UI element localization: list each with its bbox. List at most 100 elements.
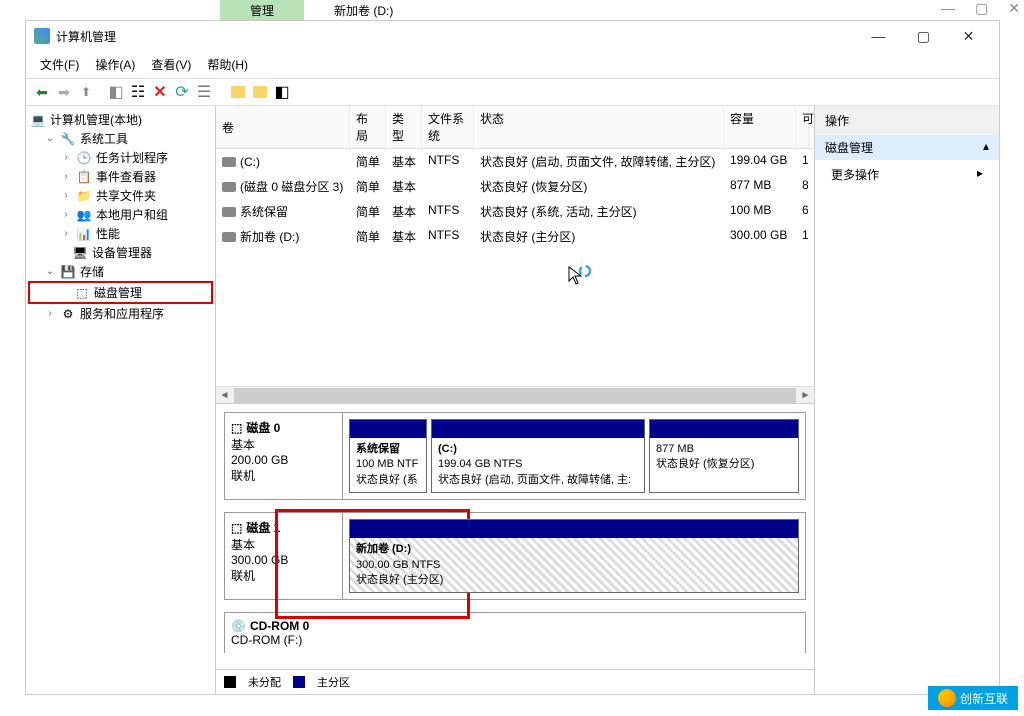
background-window-buttons: — ▢ ✕: [941, 0, 1020, 17]
menu-action[interactable]: 操作(A): [89, 53, 141, 76]
cdrom-row[interactable]: 💿CD-ROM 0 CD-ROM (F:): [224, 612, 806, 653]
tree-shared-label: 共享文件夹: [96, 187, 156, 204]
tree-device-manager[interactable]: 🖥 设备管理器: [28, 243, 213, 262]
col-filesystem[interactable]: 文件系统: [422, 106, 474, 148]
legend-unallocated-swatch: [224, 676, 236, 688]
collapse-icon[interactable]: ⌄: [44, 133, 56, 144]
menubar: 文件(F) 操作(A) 查看(V) 帮助(H): [26, 51, 999, 79]
legend-primary-label: 主分区: [317, 674, 350, 690]
chevron-right-icon: ▸: [977, 166, 983, 183]
expand-icon[interactable]: ›: [60, 209, 72, 220]
tree-root[interactable]: 💻 计算机管理(本地): [28, 110, 213, 129]
watermark-text: 创新互联: [960, 690, 1008, 707]
menu-view[interactable]: 查看(V): [145, 53, 197, 76]
actions-diskmgmt[interactable]: 磁盘管理 ▴: [815, 135, 999, 160]
expand-icon[interactable]: ›: [44, 308, 56, 319]
view1-button[interactable]: [228, 82, 248, 102]
tree-systools-label: 系统工具: [80, 130, 128, 147]
menu-file[interactable]: 文件(F): [34, 53, 85, 76]
actions-more[interactable]: 更多操作 ▸: [815, 160, 999, 189]
delete-button[interactable]: ✕: [150, 82, 170, 102]
col-layout[interactable]: 布局: [350, 106, 386, 148]
volume-row[interactable]: 系统保留 简单 基本 NTFS 状态良好 (系统, 活动, 主分区) 100 M…: [216, 199, 814, 224]
disk-1-row[interactable]: ⬚磁盘 1 基本 300.00 GB 联机 新加卷 (D:) 300.00 GB…: [224, 512, 806, 600]
horizontal-scrollbar[interactable]: ◄ ►: [216, 386, 814, 403]
tree-panel: 💻 计算机管理(本地) ⌄ 🔧 系统工具 › 🕒 任务计划程序 › 📋 事件查看…: [26, 106, 216, 694]
properties-button[interactable]: ☰: [194, 82, 214, 102]
tree-storage-label: 存储: [80, 263, 104, 280]
col-free[interactable]: 可: [796, 106, 809, 148]
minimize-button[interactable]: —: [856, 21, 901, 51]
cdrom-icon: 💿: [231, 619, 246, 633]
folder-icon: 📁: [76, 188, 92, 204]
collapse-icon[interactable]: ⌄: [44, 266, 56, 277]
col-type[interactable]: 类型: [386, 106, 422, 148]
device-icon: 🖥: [72, 245, 88, 261]
tree-users-label: 本地用户和组: [96, 206, 168, 223]
back-button[interactable]: ⬅: [32, 82, 52, 102]
volume-row[interactable]: 新加卷 (D:) 简单 基本 NTFS 状态良好 (主分区) 300.00 GB…: [216, 224, 814, 249]
tree-services[interactable]: › ⚙ 服务和应用程序: [28, 304, 213, 323]
partition-bar: [350, 420, 426, 438]
disk-icon: ⬚: [74, 285, 90, 301]
up-button[interactable]: ⬆: [76, 82, 96, 102]
partition-bar: [432, 420, 644, 438]
bg-maximize-icon[interactable]: ▢: [975, 0, 988, 17]
disk-icon: ⬚: [231, 521, 242, 535]
watermark-logo-icon: [938, 689, 956, 707]
volume-list: 卷 布局 类型 文件系统 状态 容量 可 (C:) 简单 基本 NTFS 状态良…: [216, 106, 814, 404]
disk-icon: ⬚: [231, 421, 242, 435]
storage-icon: 💾: [60, 264, 76, 280]
clock-icon: 🕒: [76, 150, 92, 166]
partition-d[interactable]: 新加卷 (D:) 300.00 GB NTFS 状态良好 (主分区): [349, 519, 799, 593]
tree-local-users[interactable]: › 👥 本地用户和组: [28, 205, 213, 224]
bg-tab-newvol[interactable]: 新加卷 (D:): [304, 0, 423, 20]
volume-row[interactable]: (C:) 简单 基本 NTFS 状态良好 (启动, 页面文件, 故障转储, 主分…: [216, 149, 814, 174]
bg-close-icon[interactable]: ✕: [1008, 0, 1020, 17]
panes-button[interactable]: ◧: [106, 82, 126, 102]
tree-performance[interactable]: › 📊 性能: [28, 224, 213, 243]
col-volume[interactable]: 卷: [216, 106, 350, 148]
col-capacity[interactable]: 容量: [724, 106, 796, 148]
options-button[interactable]: ☷: [128, 82, 148, 102]
users-icon: 👥: [76, 207, 92, 223]
cdrom-info: 💿CD-ROM 0 CD-ROM (F:): [225, 613, 343, 653]
scroll-thumb[interactable]: [234, 388, 796, 403]
tree-storage[interactable]: ⌄ 💾 存储: [28, 262, 213, 281]
view2-button[interactable]: [250, 82, 270, 102]
menu-help[interactable]: 帮助(H): [201, 53, 254, 76]
col-status[interactable]: 状态: [474, 106, 724, 148]
expand-icon[interactable]: ›: [60, 152, 72, 163]
bg-tab-manage[interactable]: 管理: [220, 0, 304, 20]
scroll-right-icon[interactable]: ►: [797, 387, 814, 404]
refresh-button[interactable]: ⟳: [172, 82, 192, 102]
tools-icon: 🔧: [60, 131, 76, 147]
partition-c[interactable]: (C:) 199.04 GB NTFS 状态良好 (启动, 页面文件, 故障转储…: [431, 419, 645, 493]
maximize-button[interactable]: ▢: [901, 21, 946, 51]
forward-button[interactable]: ➡: [54, 82, 74, 102]
tree-disk-management[interactable]: ⬚ 磁盘管理: [28, 281, 213, 304]
volume-rows: (C:) 简单 基本 NTFS 状态良好 (启动, 页面文件, 故障转储, 主分…: [216, 149, 814, 386]
partition-system-reserved[interactable]: 系统保留 100 MB NTF 状态良好 (系: [349, 419, 427, 493]
bg-minimize-icon[interactable]: —: [941, 0, 955, 17]
titlebar[interactable]: 计算机管理 — ▢ ✕: [26, 21, 999, 51]
tree-system-tools[interactable]: ⌄ 🔧 系统工具: [28, 129, 213, 148]
scroll-left-icon[interactable]: ◄: [216, 387, 233, 404]
disk-0-row[interactable]: ⬚磁盘 0 基本 200.00 GB 联机 系统保留 100 MB NTF 状态…: [224, 412, 806, 500]
close-button[interactable]: ✕: [946, 21, 991, 51]
partition-recovery[interactable]: 877 MB 状态良好 (恢复分区): [649, 419, 799, 493]
partition-bar: [350, 520, 798, 538]
expand-icon[interactable]: ›: [60, 171, 72, 182]
tree-services-label: 服务和应用程序: [80, 305, 164, 322]
tree-event-viewer[interactable]: › 📋 事件查看器: [28, 167, 213, 186]
expand-icon[interactable]: ›: [60, 190, 72, 201]
tree-event-label: 事件查看器: [96, 168, 156, 185]
expand-icon[interactable]: ›: [60, 228, 72, 239]
tree-shared-folders[interactable]: › 📁 共享文件夹: [28, 186, 213, 205]
actions-panel: 操作 磁盘管理 ▴ 更多操作 ▸: [814, 106, 999, 694]
view3-button[interactable]: ◧: [272, 82, 292, 102]
legend-unallocated-label: 未分配: [248, 674, 281, 690]
tree-task-scheduler[interactable]: › 🕒 任务计划程序: [28, 148, 213, 167]
volume-row[interactable]: (磁盘 0 磁盘分区 3) 简单 基本 状态良好 (恢复分区) 877 MB 8: [216, 174, 814, 199]
perf-icon: 📊: [76, 226, 92, 242]
